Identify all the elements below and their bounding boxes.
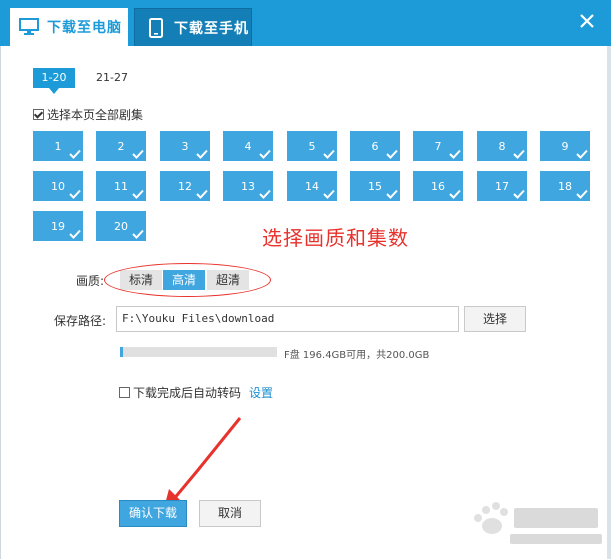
annotation-arrow [163,417,242,512]
cancel-button[interactable]: 取消 [199,500,261,527]
confirm-download-button[interactable]: 确认下载 [119,500,187,527]
baidu-jingyan-watermark [474,502,602,544]
